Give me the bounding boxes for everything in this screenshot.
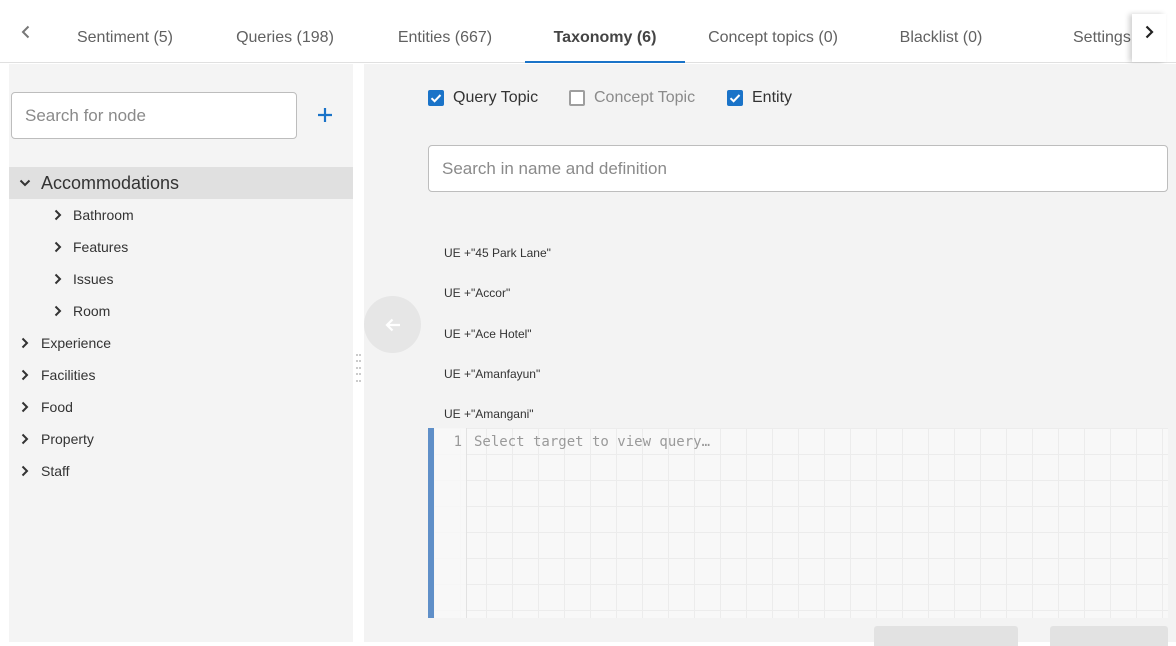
checkbox-checked-icon	[727, 90, 743, 106]
tree-node-property[interactable]: Property	[9, 423, 353, 455]
drag-grip-icon	[356, 354, 361, 384]
chevron-right-icon[interactable]	[52, 209, 64, 221]
filter-label: Query Topic	[453, 89, 539, 106]
tabs-prev-button[interactable]	[9, 12, 43, 62]
tab-taxonomy[interactable]: Taxonomy (6)	[525, 14, 685, 63]
query-item[interactable]: UE +"Ace Hotel"	[444, 327, 532, 341]
filter-label: Concept Topic	[594, 89, 696, 106]
chevron-right-icon[interactable]	[19, 337, 31, 349]
tree-node-label: Bathroom	[73, 207, 134, 223]
filter-label: Entity	[752, 89, 793, 106]
search-definition-input[interactable]	[428, 145, 1168, 192]
tree-node-experience[interactable]: Experience	[9, 327, 353, 359]
tree-node-label: Property	[41, 431, 94, 447]
chevron-right-icon[interactable]	[52, 241, 64, 253]
search-node-input[interactable]	[11, 92, 297, 139]
tabs-next-button[interactable]	[1132, 14, 1166, 62]
tree-node-label: Experience	[41, 335, 112, 351]
chevron-right-icon[interactable]	[19, 465, 31, 477]
query-item[interactable]: UE +"45 Park Lane"	[444, 246, 551, 260]
tab-settings[interactable]: Settings	[1068, 14, 1132, 62]
taxonomy-tree-panel: Accommodations Bathroom Features Issues …	[9, 64, 353, 642]
plus-icon	[318, 108, 332, 122]
taxonomy-tree: Accommodations Bathroom Features Issues …	[9, 167, 353, 487]
footer-button-2[interactable]	[1050, 626, 1168, 646]
tree-node-features[interactable]: Features	[9, 231, 353, 263]
add-node-button[interactable]	[315, 105, 335, 125]
checkbox-unchecked-icon	[569, 90, 585, 106]
chevron-right-icon[interactable]	[19, 433, 31, 445]
chevron-down-icon[interactable]	[19, 177, 31, 189]
tab-entities[interactable]: Entities (667)	[380, 14, 510, 62]
tree-node-label: Staff	[41, 463, 70, 479]
tab-queries[interactable]: Queries (198)	[220, 14, 350, 62]
tab-concept-topics[interactable]: Concept topics (0)	[690, 14, 856, 62]
tree-node-issues[interactable]: Issues	[9, 263, 353, 295]
query-editor[interactable]: 1 Select target to view query…	[428, 428, 1168, 618]
line-number: 1	[453, 434, 462, 450]
tree-node-label: Facilities	[41, 367, 96, 383]
filter-query-topic-checkbox[interactable]: Query Topic	[428, 89, 538, 107]
editor-placeholder: Select target to view query…	[474, 434, 711, 450]
tree-node-label: Features	[73, 239, 129, 255]
tree-node-label: Food	[41, 399, 73, 415]
tree-node-staff[interactable]: Staff	[9, 455, 353, 487]
tab-sentiment[interactable]: Sentiment (5)	[60, 14, 190, 62]
tree-node-accommodations[interactable]: Accommodations	[9, 167, 353, 199]
filter-entity-checkbox[interactable]: Entity	[727, 89, 792, 107]
chevron-left-icon	[21, 25, 30, 39]
footer-button-1[interactable]	[874, 626, 1018, 646]
line-number-gutter: 1	[434, 428, 467, 618]
checkbox-checked-icon	[428, 90, 444, 106]
tree-node-bathroom[interactable]: Bathroom	[9, 199, 353, 231]
tree-node-facilities[interactable]: Facilities	[9, 359, 353, 391]
tree-node-room[interactable]: Room	[9, 295, 353, 327]
panel-resize-handle[interactable]	[353, 64, 364, 642]
chevron-right-icon[interactable]	[52, 273, 64, 285]
tree-node-label: Room	[73, 303, 111, 319]
chevron-right-icon	[1145, 25, 1154, 39]
collapse-panel-button[interactable]	[364, 296, 421, 353]
tree-node-label: Issues	[73, 271, 114, 287]
chevron-right-icon[interactable]	[19, 401, 31, 413]
chevron-right-icon[interactable]	[52, 305, 64, 317]
tab-bar: Sentiment (5) Queries (198) Entities (66…	[0, 0, 1176, 63]
tree-node-food[interactable]: Food	[9, 391, 353, 423]
query-panel: Query Topic Concept Topic Entity UE +"45…	[364, 64, 1176, 646]
query-item[interactable]: UE +"Accor"	[444, 286, 510, 300]
chevron-right-icon[interactable]	[19, 369, 31, 381]
tree-node-label: Accommodations	[41, 172, 180, 193]
arrow-left-icon	[384, 318, 400, 331]
tab-blacklist[interactable]: Blacklist (0)	[876, 14, 1006, 62]
query-item[interactable]: UE +"Amanfayun"	[444, 367, 540, 381]
filter-concept-topic-checkbox[interactable]: Concept Topic	[569, 89, 695, 107]
query-item[interactable]: UE +"Amangani"	[444, 407, 534, 421]
